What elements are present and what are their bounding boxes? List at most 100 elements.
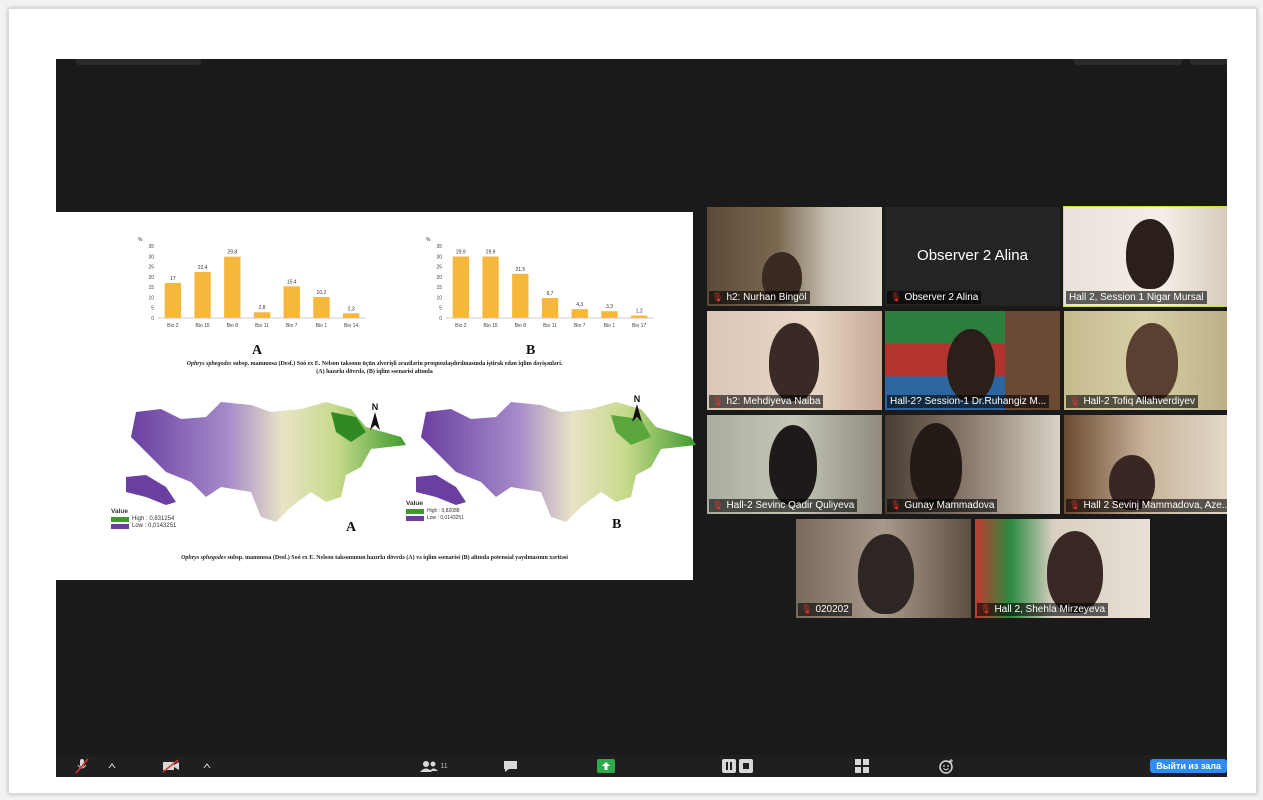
participant-display-name: Observer 2 Alina [917, 247, 1028, 264]
chart-b-data-label: 9,7 [547, 291, 554, 297]
chart-b-category-label: Bio 2 [455, 323, 467, 329]
share-screen-button[interactable] [596, 758, 616, 774]
map-caption-text: subsp. mammosa (Desf.) Soó ex E. Nelson … [225, 555, 568, 561]
participant-name: 🎙 Hall-2 Sevinc Qadir Quliyeva [709, 499, 858, 512]
map-caption-italic: Ophrys sphegodes [181, 555, 226, 561]
video-tile[interactable]: 🎙 Hall 2 Sevinj Mammadova, Aze... [1064, 415, 1227, 514]
chart-b-data-label: 29,9 [456, 249, 466, 255]
video-tile[interactable]: 🎙 020202 [796, 519, 971, 618]
chart-a-data-label: 2,8 [259, 305, 266, 311]
muted-mic-icon: 🎙 [801, 604, 813, 614]
video-tile[interactable]: 🎙 Hall-2 Sevinc Qadir Quliyeva [707, 415, 882, 514]
chart-b-category-label: Bio 11 [543, 323, 557, 329]
muted-mic-icon: 🎙 [1069, 500, 1081, 510]
chat-button[interactable] [501, 758, 519, 774]
chart-a-bar [342, 313, 360, 318]
chart-a-ytick-label: 15 [148, 285, 154, 291]
chart-a-data-label: 15,4 [287, 279, 297, 285]
leave-meeting-button[interactable]: Выйти из зала [1150, 759, 1227, 773]
chart-a-bar [224, 256, 241, 318]
chart-b-ylabel: % [426, 237, 431, 243]
chart-caption-italic: Ophrys sphegodes [186, 361, 232, 367]
chart-b-category-label: Bio 1 [604, 323, 616, 329]
chart-a-ytick-label: 0 [151, 316, 154, 322]
chart-b-bar [571, 309, 588, 318]
participant-name: 🎙 h2: Nurhan Bingöl [709, 291, 810, 304]
video-tile-active-speaker[interactable]: Hall 2, Session 1 Nigar Mursal [1063, 206, 1227, 307]
chart-caption-text: subsp. mammosa (Desf.) Soó ex E. Nelson … [231, 361, 563, 367]
video-tile[interactable]: Hall-2? Session-1 Dr.Ruhangiz M... [885, 311, 1060, 410]
north-arrow-a: N [369, 402, 381, 432]
participant-name: 🎙 Hall 2, Shehla Mirzeyeva [977, 603, 1109, 616]
video-tile[interactable]: 🎙 Hall 2, Shehla Mirzeyeva [975, 519, 1150, 618]
recording-status-pill [1074, 59, 1182, 65]
record-button[interactable] [718, 758, 756, 774]
north-arrow-b: N [631, 394, 643, 424]
view-options-pill[interactable] [76, 59, 201, 65]
chart-a-ylabel: % [138, 237, 143, 243]
smiley-icon [939, 759, 953, 774]
chart-a-category-label: Bio 7 [286, 323, 298, 329]
video-tile[interactable]: Observer 2 Alina 🎙 Observer 2 Alina [885, 207, 1060, 306]
map-a-legend-title: Value [111, 508, 128, 515]
video-tile[interactable]: 🎙 h2: Mehdiyeva Naiba [707, 311, 882, 410]
map-a-legend-high: High : 0,831254 [132, 516, 175, 522]
video-tile[interactable]: 🎙 Gunay Mammadova [885, 415, 1060, 514]
chart-b-bar [482, 256, 499, 318]
audio-options-caret[interactable] [106, 758, 118, 774]
bar-chart-a-svg: % 35 30 25 20 15 10 5 0 17 Bio 2 22,4 Bio 15 29,8 Bio … [138, 237, 366, 329]
video-tile[interactable]: 🎙 Hall-2 Tofiq Allahverdiyev [1064, 311, 1227, 410]
chart-caption-line2: (A) hazırkı dövrdə, (B) iqlim ssenarisi … [316, 369, 433, 375]
map-b-legend-high: High : 0,82088 [427, 508, 460, 514]
chart-a-label: A [252, 343, 263, 358]
north-arrow-a-icon [370, 412, 380, 430]
chart-a-ytick-label: 10 [148, 295, 154, 301]
chart-b-data-label: 4,3 [576, 302, 583, 308]
chart-b-ytick-label: 30 [436, 254, 442, 260]
chart-a-data-label: 22,4 [198, 265, 208, 271]
chart-a-ytick-label: 5 [151, 306, 154, 312]
participant-name: Hall-2? Session-1 Dr.Ruhangiz M... [887, 395, 1050, 408]
chart-b-ytick-label: 20 [436, 275, 442, 281]
chart-b-ytick-label: 25 [436, 265, 442, 271]
gallery-view-pill[interactable] [1190, 59, 1227, 65]
caret-up-icon [203, 763, 211, 769]
reactions-button[interactable] [938, 758, 956, 774]
map-b-legend-low: Low : 0,0143251 [427, 515, 464, 521]
chart-b-data-label: 1,2 [636, 309, 643, 315]
chart-b-ytick-label: 15 [436, 285, 442, 291]
participants-button[interactable]: 11 [416, 758, 452, 774]
muted-mic-icon: 🎙 [890, 500, 902, 510]
video-tile[interactable]: 🎙 h2: Nurhan Bingöl [707, 207, 882, 306]
chart-b-bar [512, 273, 529, 318]
chart-b-data-label: 21,5 [515, 267, 525, 273]
chart-b-data-label: 29,9 [486, 249, 496, 255]
participant-name: 🎙 020202 [798, 603, 852, 616]
chart-a-bar [283, 286, 300, 318]
breakout-rooms-button[interactable] [853, 758, 871, 774]
chart-b-category-label: Bio 17 [632, 323, 646, 329]
bar-chart-b-svg: % 35 30 25 20 15 10 5 0 29,9 Bio 2 29,9 Bio 15 21,5 Bi… [426, 237, 654, 329]
chart-b-ytick-label: 5 [439, 306, 442, 312]
stop-video-button[interactable] [160, 758, 182, 774]
participants-icon [420, 761, 439, 772]
north-label-a: N [371, 402, 379, 412]
chart-a-bar [194, 271, 211, 318]
muted-mic-icon: 🎙 [712, 292, 724, 302]
chart-a-ytick-label: 20 [148, 275, 154, 281]
bar-chart-a: % 35 30 25 20 15 10 5 0 17 Bio 2 22,4 Bio 15 29,8 Bio … [136, 234, 371, 334]
pause-icon [721, 759, 736, 773]
chart-a-category-label: Bio 11 [255, 323, 269, 329]
muted-mic-icon [75, 758, 89, 774]
mute-button[interactable] [71, 758, 93, 774]
muted-mic-icon: 🎙 [890, 292, 902, 302]
chart-b-data-label: 3,3 [606, 304, 613, 310]
chart-a-category-label: Bio 1 [316, 323, 328, 329]
zoom-meeting-window: % 35 30 25 20 15 10 5 0 17 Bio 2 22,4 Bio 15 29,8 Bio … [56, 59, 1227, 777]
chart-b-bar [541, 298, 559, 318]
muted-mic-icon: 🎙 [712, 396, 724, 406]
chart-a-data-label: 2,3 [348, 306, 355, 312]
chart-b-ytick-label: 0 [439, 316, 442, 322]
chart-a-category-label: Bio 14 [344, 323, 358, 329]
video-options-caret[interactable] [201, 758, 213, 774]
